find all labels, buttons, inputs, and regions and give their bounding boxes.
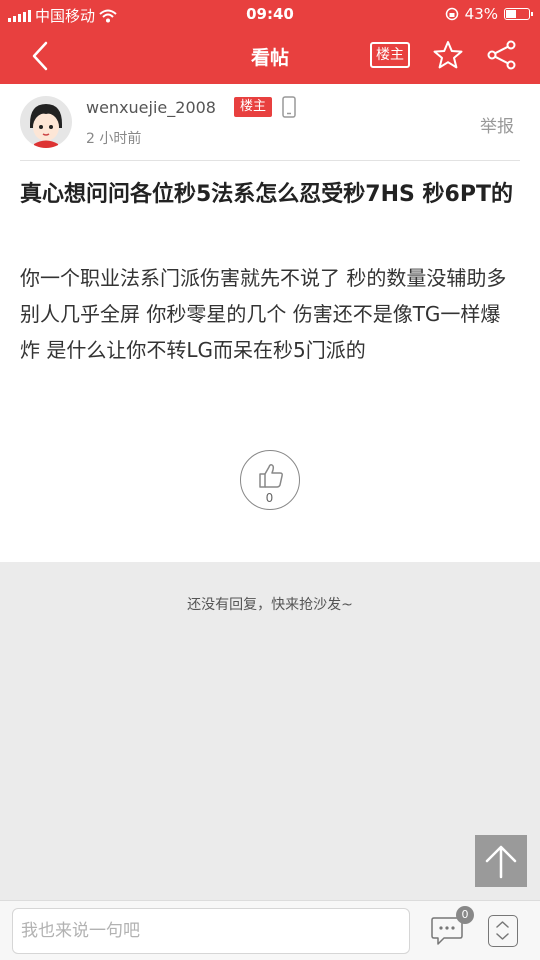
- comment-count-badge: 0: [456, 906, 474, 924]
- post-time: 2 小时前: [86, 131, 142, 147]
- phone-icon: [282, 96, 296, 118]
- divider: [20, 160, 520, 161]
- no-replies-text: 还没有回复，快来抢沙发~: [187, 597, 353, 613]
- post-card: wenxuejie_2008 楼主 2 小时前 举报 真心想问问各位秒5法系怎么…: [0, 84, 540, 562]
- comment-input[interactable]: [12, 908, 410, 954]
- scroll-to-top-button[interactable]: [475, 835, 527, 887]
- star-icon: [433, 41, 463, 69]
- share-icon: [487, 40, 516, 70]
- like-button[interactable]: 0: [240, 450, 300, 510]
- thumbs-up-icon: [259, 464, 283, 488]
- avatar[interactable]: [20, 96, 72, 148]
- share-button[interactable]: [486, 39, 518, 71]
- post-body: 你一个职业法系门派伤害就先不说了 秒的数量没辅助多 别人几乎全屏 你秒零星的几个…: [20, 266, 507, 362]
- nav-bar: 看帖 楼主: [0, 28, 540, 84]
- favorite-button[interactable]: [432, 39, 464, 71]
- op-only-button[interactable]: 楼主: [370, 42, 410, 68]
- lock-rotation-icon: [445, 7, 458, 21]
- up-down-icon: [496, 921, 509, 940]
- report-button[interactable]: 举报: [480, 112, 514, 137]
- post-title: 真心想问问各位秒5法系怎么忍受秒7HS 秒6PT的: [20, 182, 513, 207]
- op-badge: 楼主: [234, 97, 272, 117]
- battery-percent: 43%: [464, 5, 498, 23]
- battery-icon: [504, 8, 533, 20]
- status-bar: 中国移动 09:40 43%: [0, 0, 540, 28]
- username[interactable]: wenxuejie_2008: [86, 98, 216, 117]
- like-count: 0: [265, 491, 274, 505]
- page-jump-button[interactable]: [488, 915, 518, 947]
- arrow-up-icon: [485, 845, 517, 879]
